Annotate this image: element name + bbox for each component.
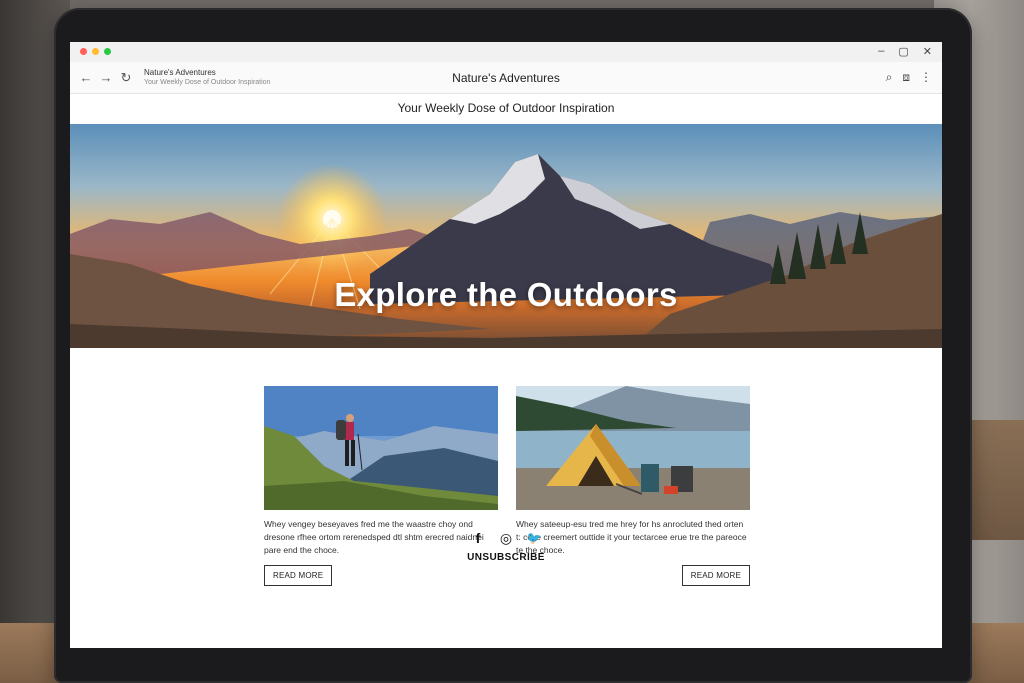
social-links: f ◎ 🐦 <box>70 530 942 547</box>
toolbar-icons: ⌕ ⧈ ⋮ <box>886 70 932 85</box>
laptop-screen: – ▢ ✕ ← → ↻ Nature's Adventures Your Wee… <box>70 42 942 648</box>
close-dot[interactable] <box>80 48 87 55</box>
twitter-icon[interactable]: 🐦 <box>526 530 542 546</box>
search-icon[interactable]: ⌕ <box>886 70 893 85</box>
page-title: Nature's Adventures <box>452 71 560 85</box>
newsletter-tagline: Your Weekly Dose of Outdoor Inspiration <box>397 101 615 115</box>
unsubscribe-link[interactable]: UNSUBSCRIBE <box>70 552 942 563</box>
instagram-icon[interactable]: ◎ <box>498 530 514 546</box>
laptop: – ▢ ✕ ← → ↻ Nature's Adventures Your Wee… <box>54 8 972 683</box>
close-icon[interactable]: ✕ <box>923 45 932 58</box>
facebook-icon[interactable]: f <box>470 530 486 546</box>
article-cards: Whey vengey beseyaves fred me the waastr… <box>70 348 942 618</box>
hero-banner: Explore the Outdoors <box>70 124 942 348</box>
browser-toolbar: ← → ↻ Nature's Adventures Your Weekly Do… <box>70 62 942 94</box>
minimize-dot[interactable] <box>92 48 99 55</box>
browser-titlebar: – ▢ ✕ <box>70 42 942 62</box>
window-dots <box>80 48 111 55</box>
maximize-dot[interactable] <box>104 48 111 55</box>
extensions-icon[interactable]: ⧈ <box>902 70 910 85</box>
hero-title: Explore the Outdoors <box>334 276 678 313</box>
camping-image <box>516 386 750 510</box>
hero-mountain-illustration <box>70 154 942 348</box>
newsletter-footer: f ◎ 🐦 UNSUBSCRIBE <box>70 530 942 564</box>
hiker-image <box>264 386 498 510</box>
menu-icon[interactable]: ⋮ <box>920 70 932 85</box>
maximize-icon[interactable]: ▢ <box>898 45 908 58</box>
window-controls: – ▢ ✕ <box>878 45 932 58</box>
read-more-button[interactable]: READ MORE <box>681 565 750 586</box>
read-more-button[interactable]: READ MORE <box>264 565 333 586</box>
minimize-icon[interactable]: – <box>878 45 884 58</box>
